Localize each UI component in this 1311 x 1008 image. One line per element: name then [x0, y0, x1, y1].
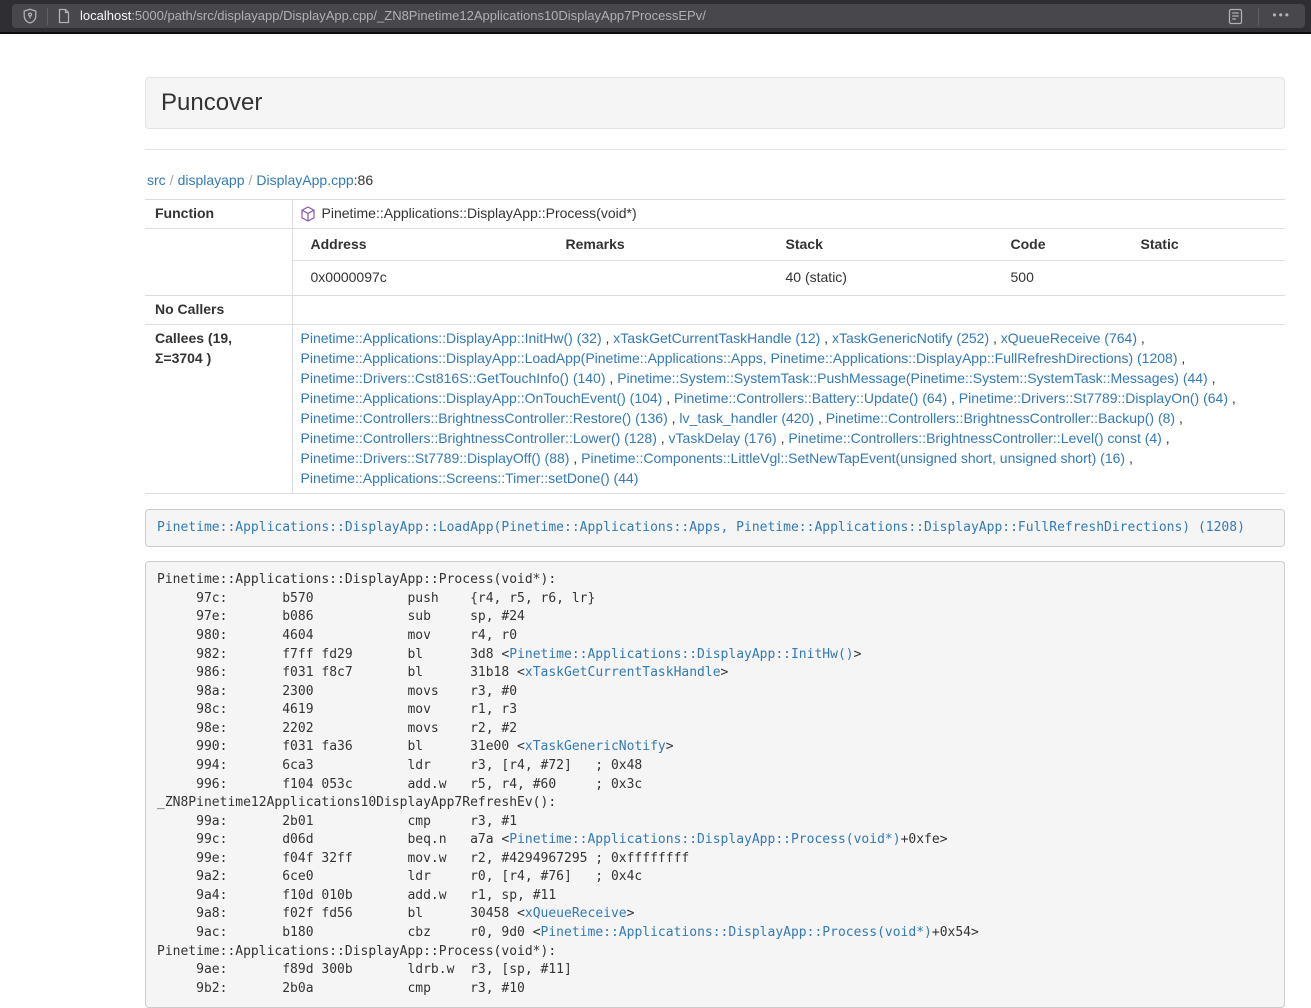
no-callers-label: No Callers: [145, 295, 292, 324]
function-name: Pinetime::Applications::DisplayApp::Proc…: [322, 204, 637, 224]
callee-link[interactable]: Pinetime::Controllers::BrightnessControl…: [301, 430, 657, 446]
callee-link[interactable]: xTaskGenericNotify (252): [832, 330, 989, 346]
breadcrumb-line-number: :86: [354, 172, 373, 188]
disassembly-symbol-link[interactable]: xQueueReceive: [525, 906, 627, 921]
function-summary-table: Function Pinetime::Applications::Display…: [145, 199, 1285, 494]
callee-link[interactable]: Pinetime::Applications::DisplayApp::OnTo…: [301, 390, 663, 406]
disassembly-symbol-link[interactable]: Pinetime::Applications::DisplayApp::Proc…: [509, 832, 900, 847]
callee-link[interactable]: Pinetime::Drivers::St7789::DisplayOn() (…: [959, 390, 1228, 406]
callee-link[interactable]: Pinetime::System::SystemTask::PushMessag…: [617, 370, 1208, 386]
function-stats-table: Address Remarks Stack Code Static 0x0000…: [293, 229, 1286, 295]
callee-link[interactable]: Pinetime::Applications::DisplayApp::Load…: [301, 350, 1178, 366]
disassembly-symbol-link[interactable]: xTaskGetCurrentTaskHandle: [525, 665, 721, 680]
cube-icon: [301, 206, 315, 222]
callee-link[interactable]: Pinetime::Applications::Screens::Timer::…: [301, 470, 639, 486]
disassembly-listing: Pinetime::Applications::DisplayApp::Proc…: [145, 561, 1285, 1008]
breadcrumb-separator: /: [249, 172, 253, 188]
function-row: Function Pinetime::Applications::Display…: [145, 199, 1285, 228]
callees-label: Callees (19, Σ=3704 ): [145, 324, 292, 493]
function-stats-row: Address Remarks Stack Code Static 0x0000…: [145, 228, 1285, 295]
app-header-panel: Puncover: [145, 77, 1285, 129]
url-text: localhost:5000/path/src/displayapp/Displ…: [80, 7, 1228, 26]
page-icon: [57, 8, 71, 24]
callee-link[interactable]: Pinetime::Controllers::BrightnessControl…: [301, 410, 668, 426]
column-header-static: Static: [1123, 229, 1286, 260]
no-callers-row: No Callers: [145, 295, 1285, 324]
column-header-code: Code: [993, 229, 1123, 260]
callee-link[interactable]: Pinetime::Controllers::Battery::Update()…: [674, 390, 947, 406]
column-header-remarks: Remarks: [548, 229, 768, 260]
selected-callee-link[interactable]: Pinetime::Applications::DisplayApp::Load…: [157, 520, 1245, 535]
callees-row: Callees (19, Σ=3704 ) Pinetime::Applicat…: [145, 324, 1285, 493]
column-header-stack: Stack: [768, 229, 993, 260]
callee-link[interactable]: vTaskDelay (176): [669, 430, 777, 446]
breadcrumb-file[interactable]: DisplayApp.cpp: [256, 172, 353, 188]
empty-row-label: [145, 228, 292, 295]
disassembly-symbol-link[interactable]: Pinetime::Applications::DisplayApp::Proc…: [541, 925, 932, 940]
url-bar-divider: [1258, 8, 1259, 25]
page-title: Puncover: [161, 89, 1269, 117]
shield-icon[interactable]: [22, 8, 38, 24]
callee-link[interactable]: Pinetime::Controllers::BrightnessControl…: [826, 410, 1175, 426]
browser-url-bar[interactable]: localhost:5000/path/src/displayapp/Displ…: [12, 4, 1305, 28]
callee-link[interactable]: xTaskGetCurrentTaskHandle (12): [613, 330, 820, 346]
browser-top-bar: localhost:5000/path/src/displayapp/Displ…: [0, 0, 1311, 34]
address-value: 0x0000097c: [293, 260, 548, 294]
function-row-label: Function: [145, 199, 292, 228]
callee-link[interactable]: lv_task_handler (420): [679, 410, 814, 426]
breadcrumb-src[interactable]: src: [147, 172, 166, 188]
callee-link[interactable]: Pinetime::Applications::DisplayApp::Init…: [301, 330, 602, 346]
callee-link[interactable]: xQueueReceive (764): [1001, 330, 1137, 346]
breadcrumb: src/displayapp/DisplayApp.cpp:86: [147, 171, 1285, 191]
callee-link[interactable]: Pinetime::Drivers::Cst816S::GetTouchInfo…: [301, 370, 606, 386]
table-row: 0x0000097c 40 (static) 500: [293, 260, 1286, 294]
callee-link[interactable]: Pinetime::Drivers::St7789::DisplayOff() …: [301, 450, 570, 466]
static-value: [1123, 260, 1286, 294]
callees-list: Pinetime::Applications::DisplayApp::Init…: [292, 324, 1285, 493]
breadcrumb-displayapp[interactable]: displayapp: [178, 172, 245, 188]
breadcrumb-separator: /: [170, 172, 174, 188]
stack-value: 40 (static): [768, 260, 993, 294]
reader-mode-icon[interactable]: [1228, 8, 1243, 25]
disassembly-symbol-link[interactable]: xTaskGenericNotify: [525, 739, 666, 754]
disassembly-symbol-link[interactable]: Pinetime::Applications::DisplayApp::Init…: [509, 647, 853, 662]
url-path: :5000/path/src/displayapp/DisplayApp.cpp…: [131, 8, 706, 23]
code-value: 500: [993, 260, 1123, 294]
column-header-address: Address: [293, 229, 548, 260]
selected-callee-box: Pinetime::Applications::DisplayApp::Load…: [145, 509, 1285, 548]
remarks-value: [548, 260, 768, 294]
url-host: localhost: [80, 8, 131, 23]
callee-link[interactable]: Pinetime::Components::LittleVgl::SetNewT…: [581, 450, 1125, 466]
url-bar-divider: [47, 8, 48, 25]
callee-link[interactable]: Pinetime::Controllers::BrightnessControl…: [788, 430, 1161, 446]
menu-dots-icon[interactable]: •••: [1268, 7, 1295, 24]
divider: [145, 149, 1285, 150]
